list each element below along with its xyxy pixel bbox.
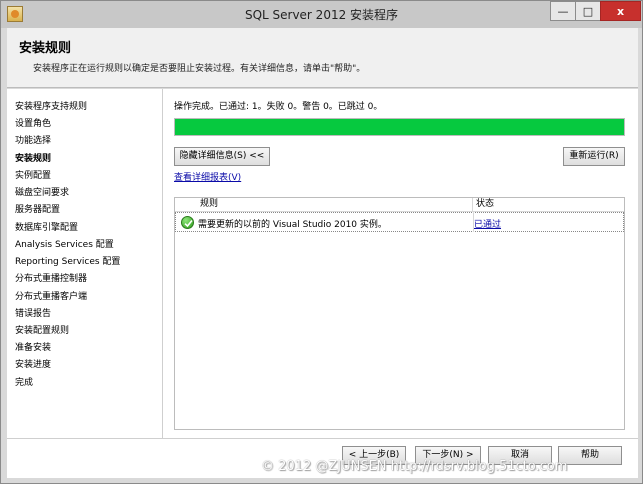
sidebar-item-installation-progress[interactable]: 安装进度 <box>15 357 51 370</box>
sidebar-item-disk-space-requirements[interactable]: 磁盘空间要求 <box>15 185 69 198</box>
rules-panel: 操作完成。已通过: 1。失败 0。警告 0。已跳过 0。 隐藏详细信息(S) <… <box>164 89 638 438</box>
maximize-button[interactable]: □ <box>575 1 601 21</box>
rule-status-link[interactable]: 已通过 <box>474 217 501 230</box>
sidebar-item-database-engine-configuration[interactable]: 数据库引擎配置 <box>15 220 78 233</box>
rerun-button[interactable]: 重新运行(R) <box>563 147 625 166</box>
sidebar-item-instance-configuration[interactable]: 实例配置 <box>15 168 51 181</box>
page-description: 安装程序正在运行规则以确定是否要阻止安装过程。有关详细信息，请单击"帮助"。 <box>33 64 366 74</box>
sidebar-item-installation-configuration-rules[interactable]: 安装配置规则 <box>15 323 69 336</box>
hide-details-button[interactable]: 隐藏详细信息(S) << <box>174 147 270 166</box>
table-row[interactable]: 需要更新的以前的 Visual Studio 2010 实例。 已通过 <box>175 212 624 232</box>
help-button[interactable]: 帮助 <box>558 446 622 465</box>
rule-name-cell: 需要更新的以前的 Visual Studio 2010 实例。 <box>198 220 387 230</box>
sidebar-item-installation-rules[interactable]: 安装规则 <box>15 151 51 164</box>
sidebar-item-setup-role[interactable]: 设置角色 <box>15 116 51 129</box>
sidebar-item-distributed-replay-controller[interactable]: 分布式重播控制器 <box>15 271 87 284</box>
progress-fill <box>175 119 624 135</box>
sidebar-item-error-reporting[interactable]: 错误报告 <box>15 306 51 319</box>
column-header-status[interactable]: 状态 <box>473 198 624 211</box>
close-button[interactable]: x <box>600 1 641 21</box>
sidebar-item-setup-support-rules[interactable]: 安装程序支持规则 <box>15 99 87 112</box>
rules-table: 规则 状态 需要更新的以前的 Visual Studio 2010 实例。 已通… <box>174 197 625 430</box>
watermark-text: © 2012 @ZJUNSEN http://rdsrv.blog.51cto.… <box>261 459 568 474</box>
title-bar: SQL Server 2012 安装程序 — □ x <box>1 1 642 28</box>
page-header: 安装规则 安装程序正在运行规则以确定是否要阻止安装过程。有关详细信息，请单击"帮… <box>7 28 638 88</box>
column-divider <box>473 212 474 232</box>
view-detailed-report-link[interactable]: 查看详细报表(V) <box>174 170 241 183</box>
content-area: 安装程序支持规则 设置角色 功能选择 安装规则 实例配置 磁盘空间要求 服务器配… <box>7 89 638 478</box>
column-header-rule[interactable]: 规则 <box>199 198 473 211</box>
steps-sidebar: 安装程序支持规则 设置角色 功能选择 安装规则 实例配置 磁盘空间要求 服务器配… <box>7 89 163 438</box>
sidebar-item-ready-to-install[interactable]: 准备安装 <box>15 340 51 353</box>
footer-divider <box>7 438 638 439</box>
minimize-button[interactable]: — <box>550 1 576 21</box>
sidebar-item-complete[interactable]: 完成 <box>15 375 33 388</box>
rules-progress-bar <box>174 118 625 136</box>
sidebar-item-feature-selection[interactable]: 功能选择 <box>15 133 51 146</box>
window-title: SQL Server 2012 安装程序 <box>244 8 399 22</box>
sidebar-item-analysis-services-configuration[interactable]: Analysis Services 配置 <box>15 237 114 250</box>
installer-window: SQL Server 2012 安装程序 — □ x 安装规则 安装程序正在运行… <box>0 0 643 484</box>
sidebar-item-distributed-replay-client[interactable]: 分布式重播客户端 <box>15 289 87 302</box>
operation-status-text: 操作完成。已通过: 1。失败 0。警告 0。已跳过 0。 <box>174 102 383 112</box>
check-icon <box>181 216 194 229</box>
sidebar-item-reporting-services-configuration[interactable]: Reporting Services 配置 <box>15 254 120 267</box>
page-title: 安装规则 <box>19 41 72 56</box>
sidebar-item-server-configuration[interactable]: 服务器配置 <box>15 202 60 215</box>
